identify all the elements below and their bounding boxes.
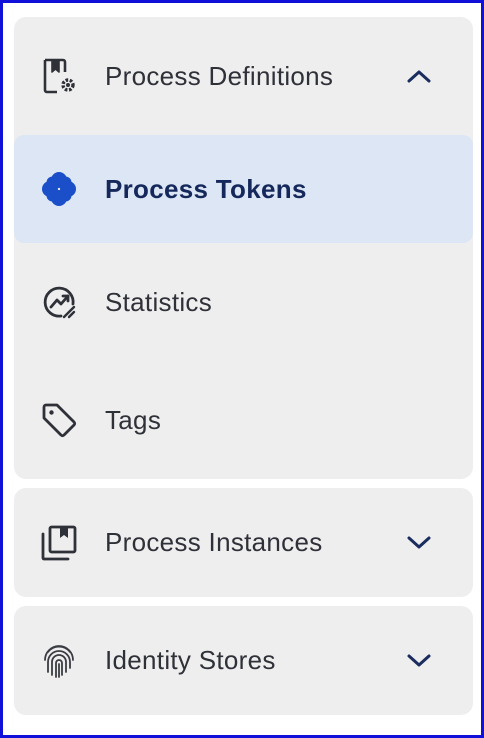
sidebar-item-statistics[interactable]: Statistics xyxy=(14,243,473,361)
statistics-icon xyxy=(40,283,78,321)
sidebar-item-tags[interactable]: Tags xyxy=(14,361,473,479)
group-process-definitions: Process Definitions Process Tokens Stati… xyxy=(14,17,473,479)
chevron-up-icon[interactable] xyxy=(405,62,433,90)
chevron-down-icon[interactable] xyxy=(405,647,433,675)
chevron-down-icon[interactable] xyxy=(405,529,433,557)
fingerprint-icon xyxy=(40,642,78,680)
process-instances-icon xyxy=(40,524,78,562)
tag-icon xyxy=(40,401,78,439)
process-instances-label: Process Instances xyxy=(105,527,323,557)
sidebar-item-label: Statistics xyxy=(105,286,213,317)
sidebar-item-label: Process Tokens xyxy=(105,173,307,204)
sidebar-item-process-tokens[interactable]: Process Tokens xyxy=(14,135,473,243)
process-definitions-icon xyxy=(40,57,78,95)
flower-icon xyxy=(40,170,78,208)
sidebar-item-label: Tags xyxy=(105,404,162,435)
group-process-instances: Process Instances xyxy=(14,488,473,597)
sidebar-nav: Process Definitions Process Tokens Stati… xyxy=(14,17,473,724)
identity-stores-label: Identity Stores xyxy=(105,645,276,675)
process-definitions-header[interactable]: Process Definitions xyxy=(14,17,473,135)
identity-stores-header[interactable]: Identity Stores xyxy=(14,606,473,715)
group-identity-stores: Identity Stores xyxy=(14,606,473,715)
process-definitions-label: Process Definitions xyxy=(105,60,334,91)
process-instances-header[interactable]: Process Instances xyxy=(14,488,473,597)
